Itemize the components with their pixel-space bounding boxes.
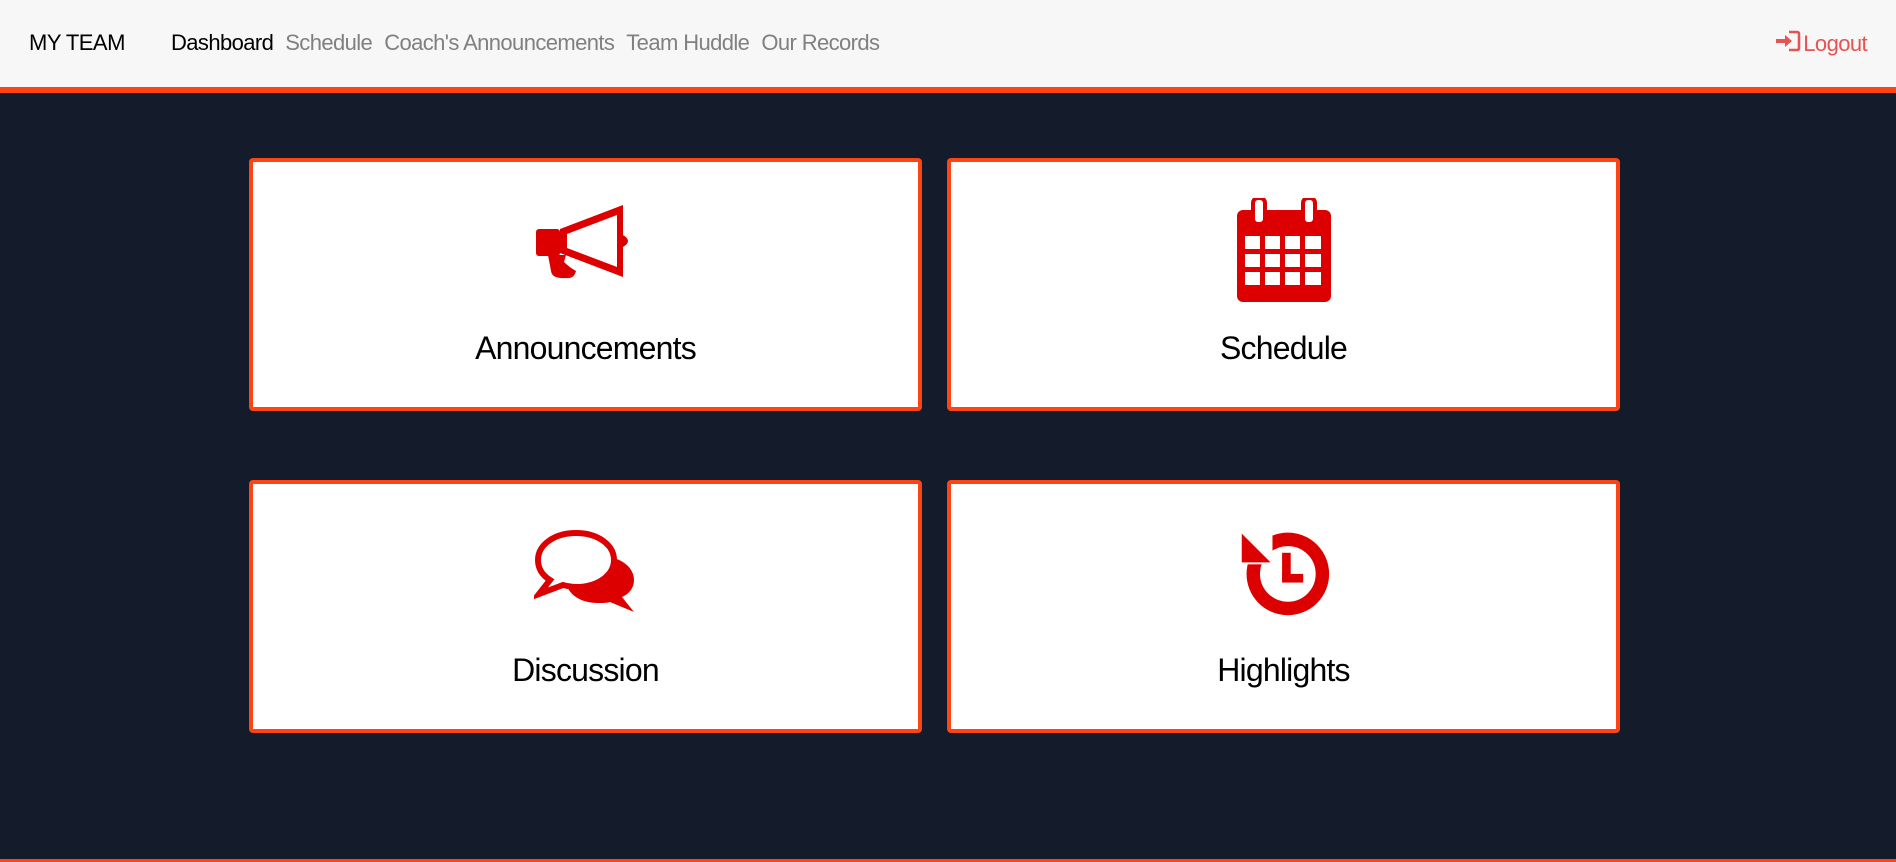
megaphone-icon	[531, 202, 641, 298]
chat-bubbles-icon	[531, 524, 641, 620]
nav-link-our-records[interactable]: Our Records	[761, 30, 880, 56]
history-icon	[1229, 524, 1339, 620]
brand-link[interactable]: MY TEAM	[29, 30, 125, 56]
announcements-label: Announcements	[475, 330, 697, 366]
schedule-card[interactable]: Schedule	[947, 158, 1620, 411]
schedule-label: Schedule	[1219, 330, 1348, 366]
discussion-label: Discussion	[512, 652, 660, 688]
highlights-label: Highlights	[1217, 652, 1350, 688]
nav-link-coachs-announcements[interactable]: Coach's Announcements	[384, 30, 615, 56]
sign-in-icon	[1775, 30, 1801, 58]
discussion-card[interactable]: Discussion	[249, 480, 922, 733]
logout-label: Logout	[1803, 31, 1867, 56]
logout-button[interactable]: Logout	[1775, 30, 1868, 58]
highlights-card[interactable]: Highlights	[947, 480, 1620, 733]
announcements-card[interactable]: Announcements	[249, 158, 922, 411]
navbar: MY TEAM Dashboard Schedule Coach's Annou…	[0, 0, 1896, 93]
nav-links: Dashboard Schedule Coach's Announcements…	[171, 30, 880, 56]
calendar-icon	[1229, 198, 1339, 302]
nav-link-team-huddle[interactable]: Team Huddle	[626, 30, 750, 56]
nav-link-schedule[interactable]: Schedule	[285, 30, 373, 56]
nav-link-dashboard[interactable]: Dashboard	[171, 30, 274, 56]
